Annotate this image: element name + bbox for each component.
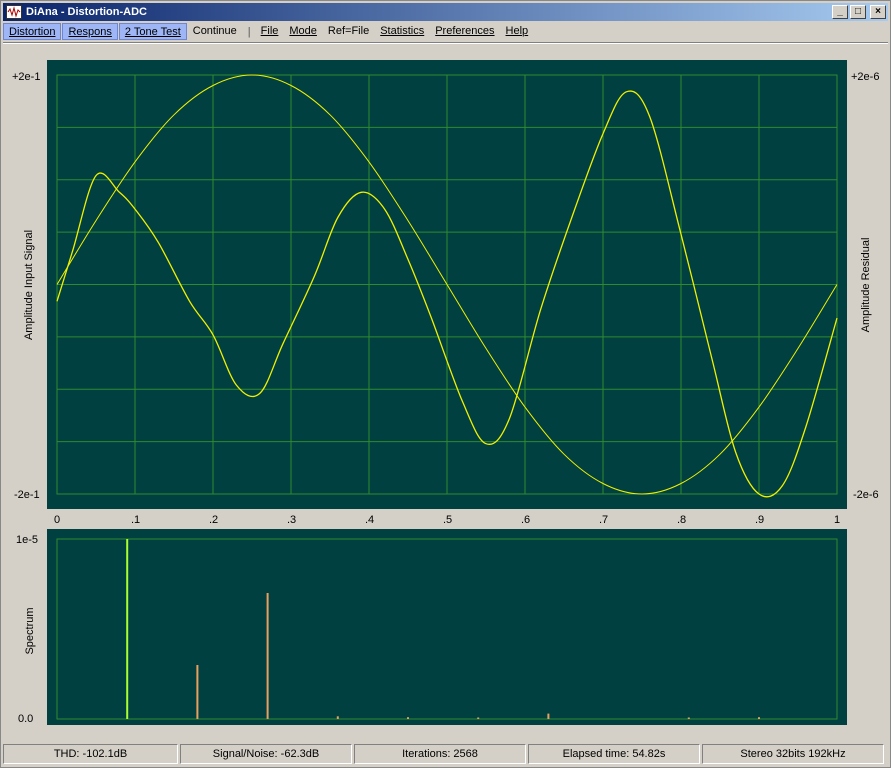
spectrum-plot[interactable] — [47, 529, 847, 725]
x-tick-label: .8 — [677, 514, 687, 526]
y-right-top-tick: +2e-6 — [851, 71, 880, 83]
y-axis-label-left: Amplitude Input Signal — [23, 229, 35, 341]
continue-button[interactable]: Continue — [188, 23, 242, 40]
status-thd: THD: -102.1dB — [3, 744, 178, 764]
y-left-top-tick: +2e-1 — [12, 71, 41, 83]
close-button[interactable]: × — [870, 5, 886, 19]
y-axis-label-right: Amplitude Residual — [860, 237, 872, 333]
x-tick-label: .4 — [365, 514, 375, 526]
status-audio-format: Stereo 32bits 192kHz — [702, 744, 884, 764]
menu-file[interactable]: File — [256, 23, 284, 40]
menu-mode[interactable]: Mode — [284, 23, 322, 40]
spectrum-y-bottom-tick: 0.0 — [18, 713, 34, 725]
tab-distortion[interactable]: Distortion — [3, 23, 62, 40]
menu-separator: | — [247, 25, 251, 38]
x-tick-label: .9 — [755, 514, 765, 526]
minimize-button[interactable]: _ — [832, 5, 848, 19]
status-bar: THD: -102.1dB Signal/Noise: -62.3dB Iter… — [3, 744, 888, 766]
spectrum-plot-bg — [47, 529, 847, 725]
app-waveform-icon — [6, 5, 22, 19]
menu-bar: Distortion Respons 2 Tone Test Continue … — [3, 22, 888, 41]
y-left-bottom-tick: -2e-1 — [14, 489, 40, 501]
status-signal-noise: Signal/Noise: -62.3dB — [180, 744, 352, 764]
window-title: DiAna - Distortion-ADC — [26, 6, 147, 18]
spectrum-y-axis-label: Spectrum — [24, 607, 36, 655]
menu-statistics[interactable]: Statistics — [375, 23, 429, 40]
maximize-button[interactable]: □ — [850, 5, 866, 19]
menu-divider — [3, 42, 888, 44]
menu-help[interactable]: Help — [501, 23, 534, 40]
x-tick-label: .2 — [209, 514, 219, 526]
tab-respons[interactable]: Respons — [62, 23, 118, 40]
status-iterations: Iterations: 2568 — [354, 744, 526, 764]
status-elapsed-time: Elapsed time: 54.82s — [528, 744, 700, 764]
x-tick-label: .6 — [521, 514, 531, 526]
waveform-plot[interactable] — [47, 60, 847, 509]
app-window: DiAna - Distortion-ADC _ □ × Distortion … — [0, 0, 891, 768]
spectrum-y-top-tick: 1e-5 — [16, 534, 39, 546]
y-right-bottom-tick: -2e-6 — [853, 489, 879, 501]
x-tick-label: 1 — [834, 514, 841, 526]
title-bar[interactable]: DiAna - Distortion-ADC _ □ × — [3, 3, 888, 21]
tab-2-tone-test[interactable]: 2 Tone Test — [118, 23, 187, 40]
x-tick-label: .5 — [443, 514, 453, 526]
x-tick-label: .1 — [131, 514, 141, 526]
x-tick-label: .3 — [287, 514, 297, 526]
menu-ref-file[interactable]: Ref=File — [323, 23, 374, 40]
menu-preferences[interactable]: Preferences — [430, 23, 499, 40]
x-tick-label: .7 — [599, 514, 609, 526]
x-tick-label: 0 — [54, 514, 61, 526]
